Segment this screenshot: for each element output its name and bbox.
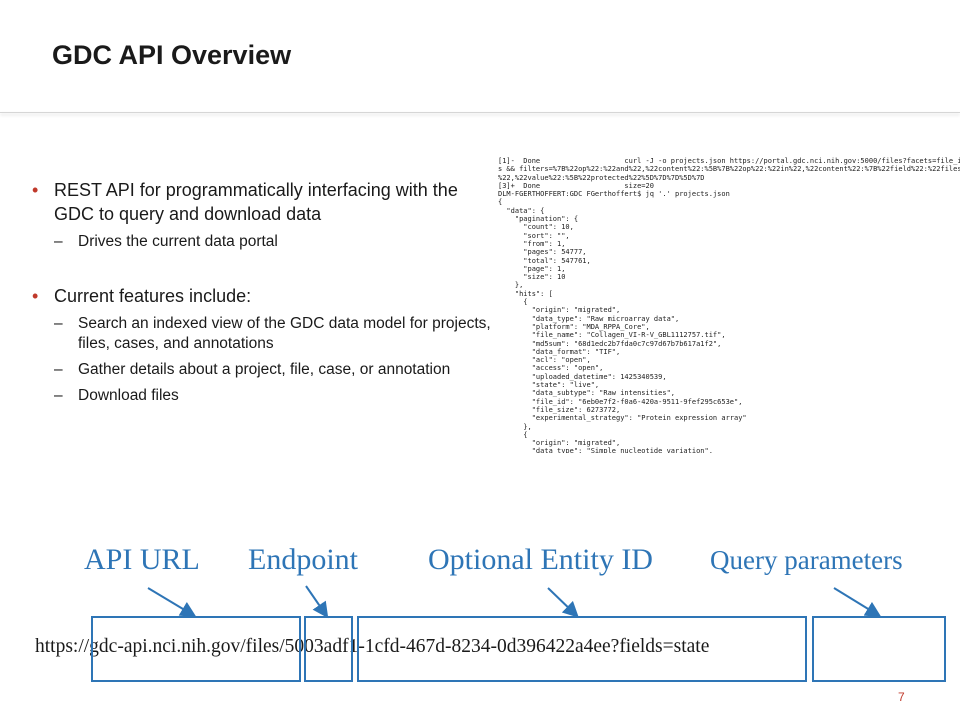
entity-id-label: Optional Entity ID	[428, 543, 653, 576]
arrow-annotations	[147, 585, 882, 619]
api-url-arrow-icon	[147, 587, 197, 618]
page-number: 7	[898, 690, 905, 704]
api-url-label: API URL	[84, 543, 200, 576]
api-url-box	[91, 616, 301, 682]
endpoint-arrow-icon	[305, 585, 329, 619]
endpoint-label: Endpoint	[248, 543, 358, 576]
entity-id-box	[357, 616, 807, 682]
query-params-label: Query parameters	[710, 545, 903, 575]
endpoint-box	[304, 616, 353, 682]
query-params-arrow-icon	[833, 587, 882, 618]
entity-id-arrow-icon	[547, 587, 579, 618]
query-params-box	[812, 616, 946, 682]
